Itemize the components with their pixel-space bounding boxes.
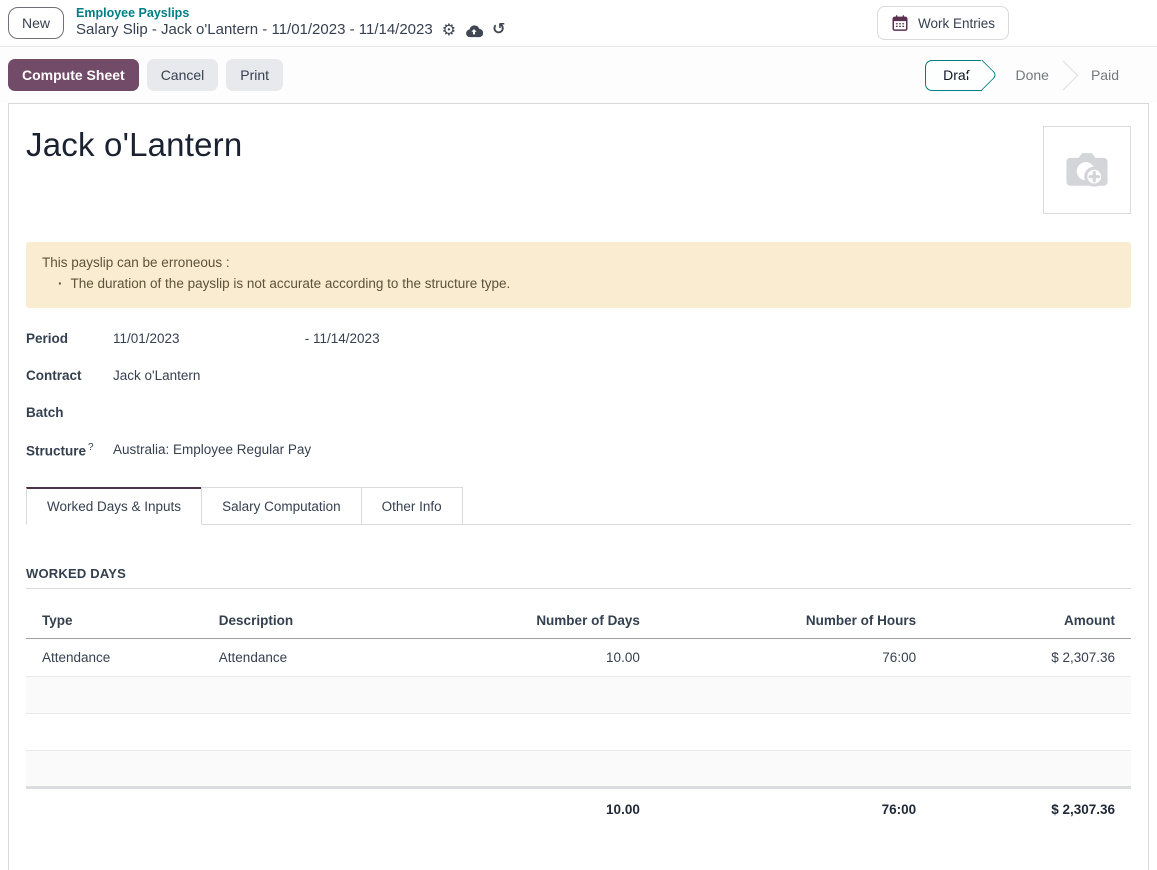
camera-plus-icon xyxy=(1058,141,1116,199)
record-title: Salary Slip - Jack o'Lantern - 11/01/202… xyxy=(76,21,433,40)
top-header: New Employee Payslips Salary Slip - Jack… xyxy=(0,0,1157,47)
warning-title: This payslip can be erroneous : xyxy=(42,253,1115,274)
col-type[interactable]: Type xyxy=(26,604,203,639)
status-steps: Draft Done Paid xyxy=(925,60,1135,91)
title-row: Jack o'Lantern xyxy=(26,126,1131,234)
period-from-field[interactable]: 11/01/2023 xyxy=(113,331,301,346)
total-days: 10.00 xyxy=(490,787,656,830)
empty-row xyxy=(26,676,1131,713)
worked-days-section-title: WORKED DAYS xyxy=(26,566,1131,589)
totals-row: 10.00 76:00 $ 2,307.36 xyxy=(26,787,1131,830)
new-button[interactable]: New xyxy=(8,7,64,39)
cell-type[interactable]: Attendance xyxy=(26,638,203,676)
total-hours: 76:00 xyxy=(656,787,932,830)
field-contract: Contract Jack o'Lantern xyxy=(26,366,1131,403)
status-step-paid[interactable]: Paid xyxy=(1075,60,1135,91)
cell-amount[interactable]: $ 2,307.36 xyxy=(932,638,1131,676)
warning-item-text: The duration of the payslip is not accur… xyxy=(71,274,511,295)
breadcrumb-parent-link[interactable]: Employee Payslips xyxy=(76,6,505,22)
payslip-warning-banner: This payslip can be erroneous : The dura… xyxy=(26,242,1131,308)
batch-field[interactable] xyxy=(113,403,1131,405)
compute-sheet-button[interactable]: Compute Sheet xyxy=(8,59,139,91)
structure-label: Structure? xyxy=(26,440,113,459)
contract-field[interactable]: Jack o'Lantern xyxy=(113,366,1131,383)
table-row[interactable]: Attendance Attendance 10.00 76:00 $ 2,30… xyxy=(26,638,1131,676)
page-title[interactable]: Jack o'Lantern xyxy=(26,126,1131,164)
action-bar: Compute Sheet Cancel Print Draft Done Pa… xyxy=(0,47,1157,103)
tab-salary-computation[interactable]: Salary Computation xyxy=(201,487,362,524)
col-amount[interactable]: Amount xyxy=(932,604,1131,639)
tab-other-info[interactable]: Other Info xyxy=(361,487,463,524)
empty-row xyxy=(26,713,1131,750)
cell-hours[interactable]: 76:00 xyxy=(656,638,932,676)
total-amount: $ 2,307.36 xyxy=(932,787,1131,830)
worked-days-table: Type Description Number of Days Number o… xyxy=(26,604,1131,830)
breadcrumb: Employee Payslips Salary Slip - Jack o'L… xyxy=(76,6,505,40)
contract-label: Contract xyxy=(26,366,113,383)
payslip-form-sheet: Jack o'Lantern This payslip can be erron… xyxy=(8,103,1149,870)
field-structure: Structure? Australia: Employee Regular P… xyxy=(26,440,1131,477)
batch-label: Batch xyxy=(26,403,113,420)
undo-icon[interactable]: ↺ xyxy=(492,22,505,38)
avatar[interactable] xyxy=(1043,126,1131,214)
warning-item: The duration of the payslip is not accur… xyxy=(42,274,1115,295)
form-fields: Period 11/01/2023 - 11/14/2023 Contract … xyxy=(26,329,1131,477)
period-label: Period xyxy=(26,329,113,346)
tab-worked-days-inputs[interactable]: Worked Days & Inputs xyxy=(26,487,202,525)
notebook-tabs: Worked Days & Inputs Salary Computation … xyxy=(26,487,1131,525)
col-number-of-days[interactable]: Number of Days xyxy=(490,604,656,639)
cancel-button[interactable]: Cancel xyxy=(147,59,219,91)
structure-field[interactable]: Australia: Employee Regular Pay xyxy=(113,440,1131,457)
calendar-icon xyxy=(891,14,909,32)
col-description[interactable]: Description xyxy=(203,604,490,639)
table-header-row: Type Description Number of Days Number o… xyxy=(26,604,1131,639)
status-step-draft[interactable]: Draft xyxy=(925,60,981,91)
help-icon[interactable]: ? xyxy=(88,442,94,453)
cell-days[interactable]: 10.00 xyxy=(490,638,656,676)
cell-description[interactable]: Attendance xyxy=(203,638,490,676)
cloud-save-icon[interactable] xyxy=(465,23,483,39)
worked-days-pane: WORKED DAYS Type Description Number of D… xyxy=(26,525,1131,830)
work-entries-button[interactable]: Work Entries xyxy=(877,6,1009,40)
work-entries-label: Work Entries xyxy=(918,16,995,31)
period-to-field[interactable]: - 11/14/2023 xyxy=(305,331,380,346)
field-batch: Batch xyxy=(26,403,1131,440)
print-button[interactable]: Print xyxy=(226,59,283,91)
chevron-separator-icon xyxy=(1065,60,1075,91)
empty-row xyxy=(26,750,1131,787)
field-period: Period 11/01/2023 - 11/14/2023 xyxy=(26,329,1131,366)
col-number-of-hours[interactable]: Number of Hours xyxy=(656,604,932,639)
gear-icon[interactable]: ⚙ xyxy=(442,23,456,39)
